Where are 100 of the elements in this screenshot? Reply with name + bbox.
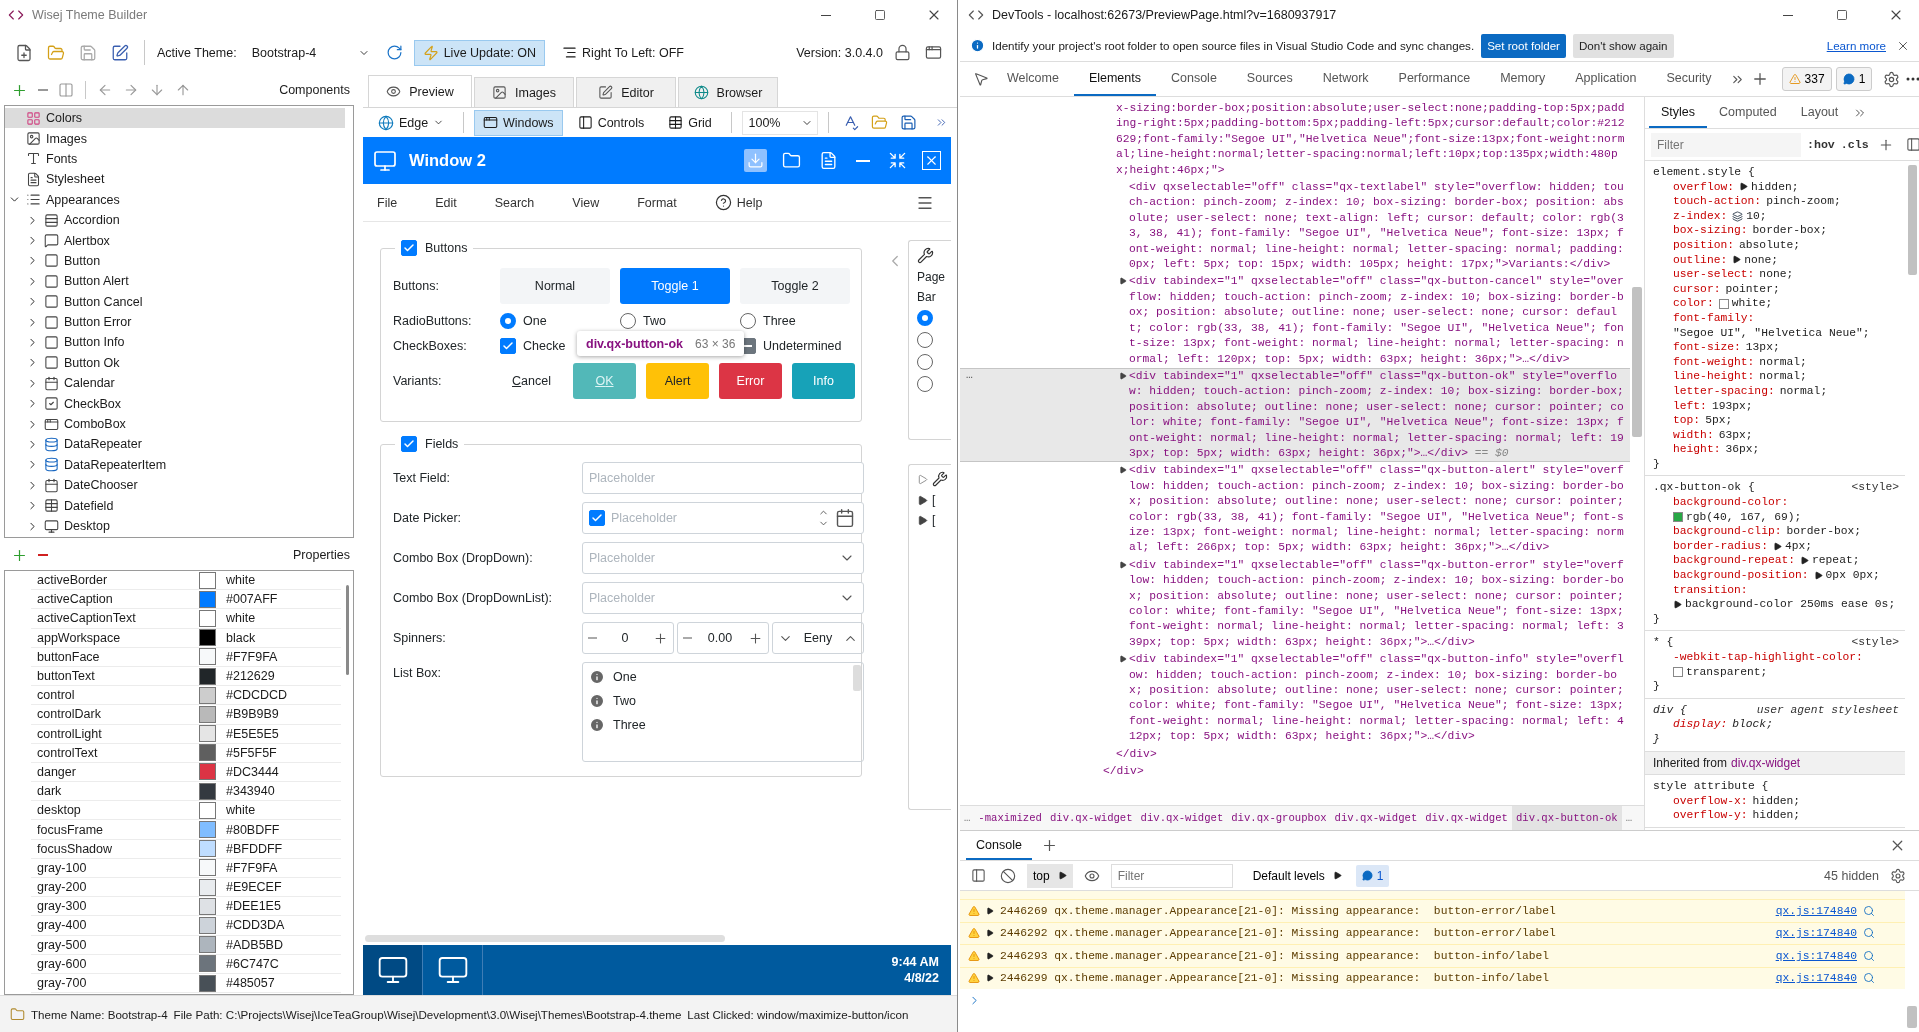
tree-item[interactable]: Alertbox — [23, 230, 353, 251]
property-value[interactable]: #6C747C — [226, 956, 279, 971]
breadcrumb-item[interactable]: -maximized — [974, 806, 1046, 830]
toggle-button[interactable]: Toggle 1 — [620, 268, 730, 304]
styles-tab[interactable]: Computed — [1707, 97, 1789, 128]
menu-item[interactable]: Format — [637, 195, 697, 210]
style-source[interactable]: <style> — [1851, 480, 1899, 496]
breadcrumb-item[interactable]: div.qx-groupbox — [1227, 806, 1331, 830]
property-value[interactable]: #212629 — [226, 669, 275, 684]
variant-button[interactable]: Cancel — [500, 363, 563, 399]
property-name[interactable]: controlDark — [31, 707, 199, 722]
mode-toggle[interactable]: Grid — [659, 109, 721, 136]
devtools-tab[interactable]: Security — [1651, 62, 1727, 96]
property-value[interactable]: #B9B9B9 — [226, 707, 279, 722]
property-name[interactable]: gray-300 — [31, 899, 199, 914]
devtools-tab[interactable]: Elements — [1073, 62, 1156, 96]
message-count-badge[interactable]: 1 — [1355, 864, 1390, 887]
property-name[interactable]: gray-100 — [31, 860, 199, 875]
property-value[interactable]: #80BDFF — [226, 822, 280, 837]
tree-item[interactable]: DateChooser — [23, 475, 353, 496]
property-name[interactable]: gray-200 — [31, 880, 199, 895]
styles-tab[interactable]: Styles — [1649, 97, 1708, 128]
live-update-toggle[interactable]: Live Update: ON — [413, 39, 546, 66]
property-name[interactable]: appWorkspace — [31, 630, 199, 645]
styles-tab[interactable]: Layout — [1788, 97, 1851, 128]
property-value[interactable]: #DEE1E5 — [226, 899, 281, 914]
class-toggle[interactable]: .cls — [1840, 138, 1869, 151]
list-item[interactable]: One — [589, 669, 851, 685]
tab[interactable]: Preview — [368, 75, 472, 107]
breadcrumb-item[interactable]: div.qx-widget — [1045, 806, 1137, 830]
toggle-button[interactable]: Normal — [500, 268, 610, 304]
property-name[interactable]: activeBorder — [31, 573, 199, 588]
property-value[interactable]: #BFDDFF — [226, 841, 283, 856]
property-name[interactable]: danger — [31, 764, 199, 779]
warnings-badge[interactable]: 337 — [1781, 67, 1832, 91]
devtools-tab[interactable]: Welcome — [992, 62, 1074, 96]
tree-item[interactable]: CheckBox — [23, 393, 353, 414]
property-name[interactable]: buttonText — [31, 669, 199, 684]
tree-item[interactable]: DataRepeater — [23, 434, 353, 455]
property-name[interactable]: controlLight — [31, 726, 199, 741]
source-link[interactable]: qx.js:174840 — [1775, 949, 1857, 962]
tree-item[interactable]: Appearances — [5, 189, 345, 210]
devtools-tab[interactable]: Console — [1156, 62, 1232, 96]
tree-item[interactable]: Desktop — [23, 515, 353, 537]
property-name[interactable]: gray-700 — [31, 976, 199, 991]
property-value[interactable]: #343940 — [226, 784, 275, 799]
number-spinner[interactable]: 0.00 — [677, 622, 769, 654]
node-gutter-dots[interactable]: … — [966, 368, 973, 381]
property-value[interactable]: #CDCDCD — [226, 688, 288, 703]
tree-item[interactable]: DataRepeaterItem — [23, 454, 353, 476]
property-name[interactable]: focusFrame — [31, 822, 199, 837]
property-name[interactable]: gray-500 — [31, 937, 199, 952]
messages-badge[interactable]: 1 — [1835, 67, 1873, 91]
property-value[interactable]: #007AFF — [226, 592, 278, 607]
tree-item[interactable]: Button Cancel — [23, 291, 353, 312]
tree-item[interactable]: Button — [23, 250, 353, 272]
style-source[interactable]: user agent stylesheet — [1756, 702, 1899, 718]
property-name[interactable]: control — [31, 688, 199, 703]
dom-node[interactable]: </div> — [960, 745, 1630, 764]
levels-dropdown[interactable]: Default levels — [1246, 867, 1348, 884]
tree-item[interactable]: Button Info — [23, 332, 353, 353]
property-value[interactable]: black — [226, 630, 256, 645]
property-value[interactable]: #5F5F5F — [226, 745, 277, 760]
list-spinner[interactable]: Eeny — [772, 622, 864, 654]
devtools-tab[interactable]: Sources — [1231, 62, 1308, 96]
source-link[interactable]: qx.js:174840 — [1775, 904, 1857, 917]
zoom-combo[interactable]: 100% — [741, 110, 819, 135]
property-value[interactable]: #DC3444 — [226, 764, 279, 779]
property-name[interactable]: activeCaption — [31, 592, 199, 607]
dismiss-button[interactable]: Don't show again — [1572, 33, 1674, 58]
tree-item[interactable]: Colors — [5, 108, 345, 129]
context-dropdown[interactable]: top — [1027, 863, 1073, 888]
drawer-tab[interactable]: Console — [966, 831, 1032, 860]
breadcrumb-more[interactable]: … — [1621, 812, 1636, 824]
tree-item[interactable]: Button Error — [23, 311, 353, 333]
number-spinner[interactable]: 0 — [582, 622, 674, 654]
property-name[interactable]: gray-600 — [31, 956, 199, 971]
source-link[interactable]: qx.js:174840 — [1775, 927, 1857, 940]
right-to-left-toggle[interactable]: Right To Left: OFF — [553, 39, 693, 66]
filter-field[interactable]: Filter — [1651, 132, 1801, 157]
breadcrumb-item[interactable]: div.qx-widget — [1136, 806, 1228, 830]
property-value[interactable]: #CDD3DA — [226, 918, 285, 933]
mode-toggle[interactable]: Windows — [473, 109, 563, 136]
toggle-button[interactable]: Toggle 2 — [740, 268, 850, 304]
devtools-tab[interactable]: Memory — [1485, 62, 1561, 96]
property-value[interactable]: white — [226, 803, 256, 818]
property-name[interactable]: desktop — [31, 803, 199, 818]
devtools-tab[interactable]: Performance — [1383, 62, 1486, 96]
breadcrumb-item[interactable]: div.qx-widget — [1421, 806, 1512, 830]
tree-item[interactable]: Button Alert — [23, 271, 353, 292]
tree-item[interactable]: Accordion — [23, 209, 353, 231]
tree-item[interactable]: Button Ok — [23, 352, 353, 374]
tree-item[interactable]: Images — [5, 128, 345, 149]
property-value[interactable]: #ADB5BD — [226, 937, 283, 952]
property-value[interactable]: #F7F9FA — [226, 860, 278, 875]
property-value[interactable]: #485057 — [226, 976, 275, 991]
list-item[interactable]: Three — [589, 717, 851, 733]
property-name[interactable]: dark — [31, 784, 199, 799]
breadcrumb-more[interactable]: … — [960, 812, 975, 824]
source-link[interactable]: qx.js:174840 — [1775, 972, 1857, 985]
